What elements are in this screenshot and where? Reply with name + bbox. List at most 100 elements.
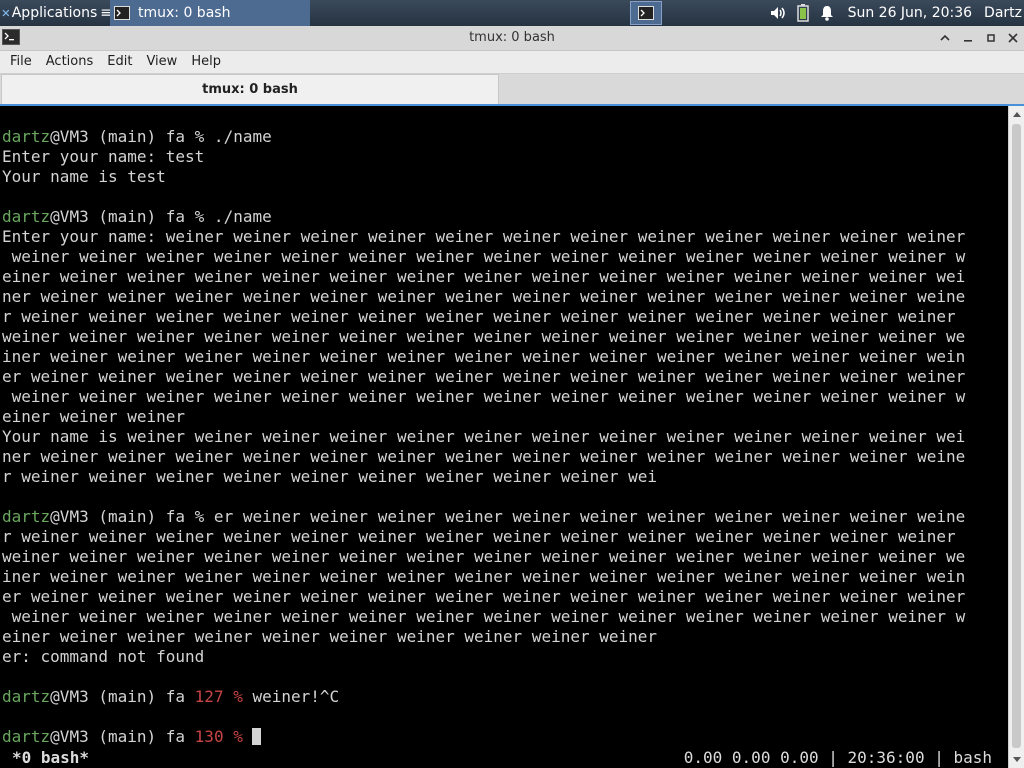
terminal-line: er weiner weiner weiner weiner weiner we… [2, 367, 965, 387]
terminal-line: Enter your name: weiner weiner weiner we… [2, 227, 965, 247]
terminal-line: ner weiner weiner weiner weiner weiner w… [2, 287, 965, 307]
terminal-line: dartz@VM3 (main) fa 127 % weiner!^C [2, 687, 965, 707]
menubar: File Actions Edit View Help [0, 51, 1024, 73]
taskbar-button-terminal[interactable]: tmux: 0 bash [110, 0, 310, 26]
terminal-text: ner weiner weiner weiner weiner weiner w… [2, 287, 966, 306]
terminal-text: weiner!^C [242, 687, 340, 706]
battery-icon[interactable] [796, 4, 809, 22]
terminal-line: dartz@VM3 (main) fa % ./name [2, 127, 965, 147]
user-menu[interactable]: Dartz [984, 5, 1022, 21]
terminal-line: weiner weiner weiner weiner weiner weine… [2, 327, 965, 347]
clock[interactable]: Sun 26 Jun, 20:36 [848, 5, 972, 21]
terminal-text: weiner weiner weiner weiner weiner weine… [2, 387, 966, 406]
terminal-text: @VM3 (main) fa [50, 727, 195, 746]
taskbar-label: tmux: 0 bash [138, 5, 231, 21]
terminal-text: weiner weiner weiner weiner weiner weine… [2, 247, 966, 266]
terminal-text: weiner weiner weiner weiner weiner weine… [2, 607, 966, 626]
scroll-up-button[interactable] [1009, 106, 1024, 122]
window-title: tmux: 0 bash [469, 30, 555, 45]
notification-bell-icon[interactable] [819, 5, 835, 21]
terminal-line: einer weiner weiner weiner weiner weiner… [2, 627, 965, 647]
shade-button[interactable] [934, 26, 956, 50]
arrow-down-icon [1012, 757, 1021, 762]
terminal-line: ner weiner weiner weiner weiner weiner w… [2, 447, 965, 467]
top-panel: Applications ≡ tmux: 0 bash Sun 26 Jun, … [0, 0, 1024, 26]
terminal-line: iner weiner weiner weiner weiner weiner … [2, 347, 965, 367]
terminal-text: iner weiner weiner weiner weiner weiner … [2, 347, 966, 366]
menu-file[interactable]: File [0, 51, 39, 73]
arrow-up-icon [1012, 112, 1021, 117]
terminal-text: @VM3 (main) fa % er weiner weiner weiner… [50, 507, 966, 526]
minimize-icon [964, 40, 972, 42]
system-tray: Sun 26 Jun, 20:36 Dartz [764, 0, 1024, 26]
terminal-line: r weiner weiner weiner weiner weiner wei… [2, 467, 965, 487]
tab-tmux-bash[interactable]: tmux: 0 bash [1, 74, 499, 105]
workspace-switcher[interactable] [630, 1, 662, 25]
menu-view[interactable]: View [139, 51, 184, 73]
close-icon [1008, 33, 1018, 43]
applications-label: Applications [11, 5, 98, 21]
maximize-button[interactable] [980, 26, 1002, 50]
terminal-icon [114, 6, 130, 20]
terminal-text: r weiner weiner weiner weiner weiner wei… [2, 527, 956, 546]
applications-menu-button[interactable]: Applications ≡ [0, 0, 112, 26]
terminal-text: einer weiner weiner weiner weiner weiner… [2, 627, 658, 646]
terminal-text: er: command not found [2, 647, 205, 666]
terminal-text: weiner weiner weiner weiner weiner weine… [2, 327, 966, 346]
terminal-text: r weiner weiner weiner weiner weiner wei… [2, 307, 956, 326]
minimize-button[interactable] [957, 26, 979, 50]
terminal-line: einer weiner weiner [2, 407, 965, 427]
terminal-line: einer weiner weiner weiner weiner weiner… [2, 267, 965, 287]
prompt-exit-code: 127 % [194, 687, 243, 706]
tmux-window-list[interactable]: *0 bash* [12, 747, 89, 768]
terminal-cursor [252, 728, 262, 745]
terminal-icon [638, 6, 654, 20]
scroll-down-button[interactable] [1009, 752, 1024, 768]
terminal-text: r weiner weiner weiner weiner weiner wei… [2, 467, 658, 486]
terminal-line: dartz@VM3 (main) fa % er weiner weiner w… [2, 507, 965, 527]
scrollbar[interactable] [1008, 106, 1024, 768]
close-button[interactable] [1002, 26, 1024, 50]
terminal-area[interactable]: dartz@VM3 (main) fa % ./name Enter your n… [0, 106, 1008, 768]
terminal-line: Your name is test [2, 167, 965, 187]
terminal-text: @VM3 (main) fa [50, 687, 195, 706]
terminal-output: dartz@VM3 (main) fa % ./name Enter your n… [2, 127, 965, 747]
xfce-logo-icon [2, 9, 10, 17]
terminal-line: iner weiner weiner weiner weiner weiner … [2, 567, 965, 587]
prompt-exit-code: 130 % [194, 727, 243, 746]
terminal-line: er weiner weiner weiner weiner weiner we… [2, 587, 965, 607]
terminal-line: dartz@VM3 (main) fa % ./name [2, 207, 965, 227]
terminal-line: Enter your name: test [2, 147, 965, 167]
terminal-text: Your name is test [2, 167, 166, 186]
terminal-line: r weiner weiner weiner weiner weiner wei… [2, 307, 965, 327]
scrollbar-thumb[interactable] [1012, 124, 1021, 748]
tab-bar: tmux: 0 bash [0, 73, 1024, 105]
menu-edit[interactable]: Edit [100, 51, 139, 73]
terminal-text: Enter your name: weiner weiner weiner we… [2, 227, 966, 246]
terminal-line: weiner weiner weiner weiner weiner weine… [2, 547, 965, 567]
terminal-text: weiner weiner weiner weiner weiner weine… [2, 547, 966, 566]
terminal-text: einer weiner weiner weiner weiner weiner… [2, 267, 966, 286]
terminal-line: Your name is weiner weiner weiner weiner… [2, 427, 965, 447]
terminal-text: @VM3 (main) fa % ./name [50, 207, 272, 226]
prompt-user: dartz [2, 507, 51, 526]
terminal-text: er weiner weiner weiner weiner weiner we… [2, 587, 966, 606]
chevron-up-icon [940, 34, 950, 41]
tmux-status-right: 0.00 0.00 0.00 | 20:36:00 | bash [683, 748, 992, 767]
window-titlebar[interactable]: tmux: 0 bash [0, 26, 1024, 51]
prompt-user: dartz [2, 207, 51, 226]
terminal-line: weiner weiner weiner weiner weiner weine… [2, 247, 966, 267]
terminal-text: einer weiner weiner [2, 407, 186, 426]
maximize-icon [987, 34, 995, 42]
menu-actions[interactable]: Actions [39, 51, 101, 73]
terminal-text: ner weiner weiner weiner weiner weiner w… [2, 447, 966, 466]
prompt-user: dartz [2, 687, 51, 706]
terminal-line: er: command not found [2, 647, 965, 667]
volume-icon[interactable] [769, 5, 787, 21]
prompt-user: dartz [2, 127, 51, 146]
terminal-text: er weiner weiner weiner weiner weiner we… [2, 367, 966, 386]
menu-help[interactable]: Help [184, 51, 228, 73]
prompt-user: dartz [2, 727, 51, 746]
